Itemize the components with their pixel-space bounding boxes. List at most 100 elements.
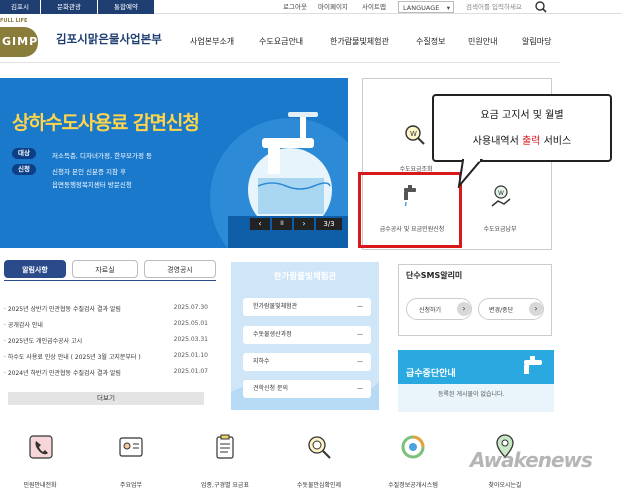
callout-line1: 요금 고지서 및 월별: [480, 110, 564, 121]
svg-text:W: W: [498, 190, 504, 197]
nav-civil-service[interactable]: 민원안내: [468, 36, 497, 47]
news-date: 2025.01.07: [173, 368, 208, 375]
panel-row-groundwater[interactable]: 지하수 —: [243, 353, 371, 371]
panel-row-label: 견학신청 문의: [253, 385, 289, 392]
language-label: LANGUAGE: [403, 4, 440, 12]
callout-line2-suffix: 서비스: [543, 136, 572, 147]
org-name[interactable]: 김포시맑은물사업본부: [56, 31, 162, 47]
banner-target-text: 저소득층, 디자녀가정, 한부모가정 등: [52, 152, 153, 160]
faucet-icon: [520, 354, 548, 380]
logo-tagline: FULL LIFE: [0, 18, 28, 24]
header-divider: [0, 62, 560, 63]
chevron-right-icon: ›: [457, 302, 471, 316]
news-date: 2025.05.01: [173, 320, 208, 327]
mypage-link[interactable]: 마이페이지: [318, 0, 348, 14]
cycle-icon[interactable]: [398, 432, 428, 462]
panel-row-label: 한가람물빛체험관: [253, 303, 298, 310]
chevron-right-icon: ›: [529, 302, 543, 316]
banner-next-button[interactable]: ›: [294, 218, 314, 230]
bottom-label-safe-water[interactable]: 수돗물안심확인제: [279, 480, 359, 489]
phone-icon[interactable]: [26, 432, 56, 462]
news-date: 2025.07.30: [173, 304, 208, 311]
news-row[interactable]: · 하수도 사용료 인상 안내 ( 2025년 3월 고지분부터 ) 2025.0…: [4, 352, 208, 361]
callout-line2-prefix: 사용내역서: [472, 136, 519, 147]
news-row[interactable]: · 공개감사 안내 2025.05.01: [4, 320, 208, 329]
id-card-icon[interactable]: [116, 432, 146, 462]
nav-notice[interactable]: 알림마당: [522, 36, 551, 47]
panel-row-dash: —: [357, 358, 363, 365]
logo[interactable]: GIMPO: [0, 27, 47, 57]
callout-box: 요금 고지서 및 월별 사용내역서 출력 서비스: [432, 94, 612, 162]
search-icon[interactable]: [534, 1, 548, 13]
panel-row-label: 수돗물생산과정: [253, 331, 292, 338]
panel-row-production[interactable]: 수돗물생산과정 —: [243, 326, 371, 344]
panel-title: 한가람물빛체험관: [273, 272, 337, 282]
banner-pause-button[interactable]: II: [272, 218, 292, 230]
outage-title: 급수중단안내: [406, 369, 456, 379]
outage-empty-text: 등록된 게시물이 없습니다.: [438, 391, 505, 398]
highlight-box: [358, 172, 462, 248]
top-tab-reservation[interactable]: 통합예약: [98, 0, 154, 14]
language-select[interactable]: LANGUAGE ▾: [398, 1, 454, 13]
banner-prev-button[interactable]: ‹: [250, 218, 270, 230]
banner-title: 상하수도사용료 감면신청: [12, 112, 200, 134]
top-bar: 김포시 문화관광 통합예약 로그아웃 마이페이지 사이트맵 LANGUAGE ▾…: [0, 0, 622, 14]
news-row[interactable]: · 2025년도 개인급수공사 고시 2025.03.31: [4, 336, 208, 345]
bottom-label-quality-system[interactable]: 수질정보공개시스템: [373, 480, 453, 489]
news-title: 2025년 상반기 민관협동 수질검사 결과 알림: [7, 306, 121, 313]
tab-archive[interactable]: 자료실: [72, 260, 138, 278]
bottom-label-directions[interactable]: 찾아오시는길: [465, 480, 545, 489]
magnifier-icon[interactable]: [304, 432, 334, 462]
watermark-logo: Awakenews: [470, 448, 593, 472]
tab-underline: [4, 280, 216, 281]
panel-row-tour-inquiry[interactable]: 견학신청 문의 —: [243, 380, 371, 398]
news-title: 하수도 사용료 인상 안내 ( 2025년 3월 고지분부터 ): [7, 354, 141, 361]
main-banner[interactable]: ‹ II › 3/3: [0, 78, 348, 248]
sms-apply-label: 신청하기: [419, 307, 442, 314]
fee-payment-label[interactable]: 수도요금납부: [476, 224, 524, 233]
panel-row-dash: —: [357, 331, 363, 338]
tab-notice[interactable]: 알림사항: [4, 260, 66, 278]
panel-row-dash: —: [357, 303, 363, 310]
banner-apply-text2: 읍면동행정복지센터 방문신청: [52, 181, 132, 189]
news-date: 2025.03.31: [173, 336, 208, 343]
banner-apply-text1: 신청자 본인 신분증 지참 후: [52, 168, 127, 176]
top-tab-gimpo[interactable]: 김포시: [0, 0, 40, 14]
svg-text:W: W: [410, 130, 417, 138]
news-title: 2025년도 개인급수공사 고시: [7, 338, 83, 345]
nav-fee-guide[interactable]: 수도요금안내: [259, 36, 303, 47]
outage-panel[interactable]: 급수중단안내 등록된 게시물이 없습니다.: [398, 350, 554, 412]
bottom-label-duties[interactable]: 주요업무: [91, 480, 171, 489]
bottom-label-phone[interactable]: 민원안내전화: [0, 480, 80, 489]
nav-water-quality[interactable]: 수질정보: [416, 36, 445, 47]
callout-pointer: [457, 158, 484, 188]
news-row[interactable]: · 2024년 하반기 민관협동 수질검사 결과 알림 2025.01.07: [4, 368, 208, 377]
banner-apply-badge: 신청: [12, 164, 36, 175]
bottom-label-fee-table[interactable]: 업종,구경별 요금표: [185, 480, 265, 489]
fee-lookup-icon[interactable]: W: [402, 122, 428, 148]
panel-row-label: 지하수: [253, 358, 270, 365]
panel-row-dash: —: [357, 385, 363, 392]
news-more-button[interactable]: 더보기: [8, 392, 204, 405]
sms-title: 단수SMS알리미: [406, 271, 463, 280]
banner-page-indicator: 3/3: [316, 218, 342, 230]
tab-disclosure[interactable]: 경영공시: [144, 260, 216, 278]
nav-experience-hall[interactable]: 한가람물빛체험관: [330, 36, 389, 47]
news-title: 공개감사 안내: [7, 322, 43, 329]
sms-change-label: 변경/중단: [489, 307, 514, 314]
sitemap-link[interactable]: 사이트맵: [362, 0, 386, 14]
news-date: 2025.01.10: [173, 352, 208, 359]
news-row[interactable]: · 2025년 상반기 민관협동 수질검사 결과 알림 2025.07.30: [4, 304, 208, 313]
chevron-down-icon: ▾: [446, 4, 450, 12]
logout-link[interactable]: 로그아웃: [283, 0, 307, 14]
callout-line2: 사용내역서 출력 서비스: [434, 132, 610, 147]
nav-about[interactable]: 사업본부소개: [190, 36, 234, 47]
search-input[interactable]: 검색어를 입력하세요: [466, 0, 522, 14]
top-tab-culture[interactable]: 문화관광: [41, 0, 97, 14]
banner-target-badge: 대상: [12, 148, 36, 159]
logo-mark: GIMPO: [2, 35, 49, 48]
sms-change-button[interactable]: 변경/중단 ›: [478, 298, 544, 320]
clipboard-icon[interactable]: [210, 432, 240, 462]
panel-row-experience-hall[interactable]: 한가람물빛체험관 —: [243, 298, 371, 316]
sms-apply-button[interactable]: 신청하기 ›: [406, 298, 472, 320]
